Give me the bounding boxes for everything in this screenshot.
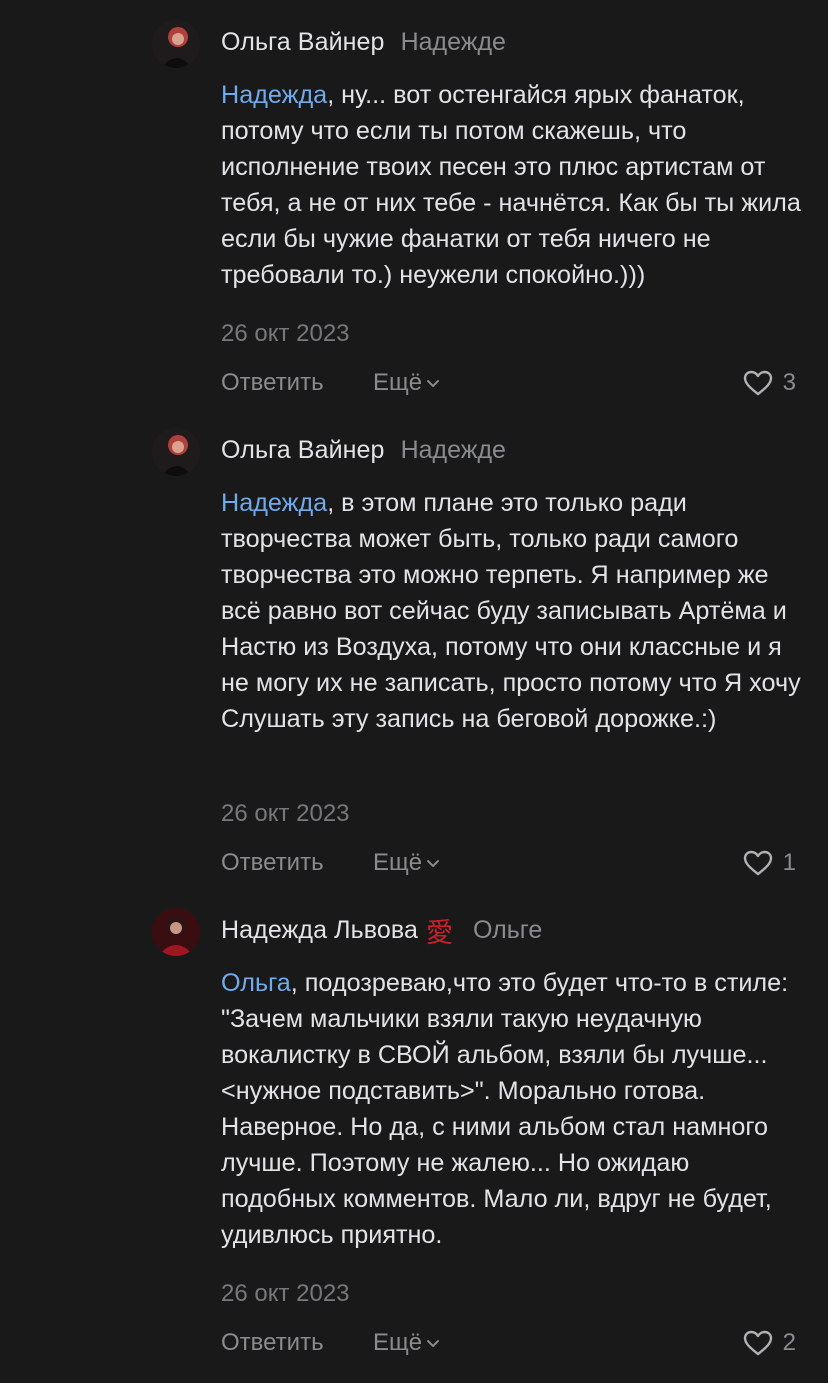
heart-icon bbox=[743, 1330, 772, 1356]
reply-to-name[interactable]: Ольге bbox=[473, 916, 542, 945]
comment-body: , в этом плане это только ради творчеств… bbox=[221, 489, 808, 733]
comment-text: Надежда, в этом плане это только ради тв… bbox=[221, 485, 806, 737]
avatar[interactable] bbox=[152, 908, 200, 956]
author-name[interactable]: Надежда Львова bbox=[221, 916, 418, 945]
more-label: Ещё bbox=[373, 369, 423, 396]
more-label: Ещё bbox=[373, 1329, 423, 1356]
comment-body: , ну... вот остенгайся ярых фанаток, пот… bbox=[221, 81, 808, 289]
like-button[interactable]: 1 bbox=[743, 845, 796, 881]
more-button[interactable]: Ещё bbox=[373, 845, 441, 881]
chevron-down-icon bbox=[427, 380, 440, 387]
reply-to-name[interactable]: Надежде bbox=[401, 436, 506, 465]
more-button[interactable]: Ещё bbox=[373, 1325, 441, 1361]
avatar[interactable] bbox=[152, 428, 200, 476]
reply-button[interactable]: Ответить bbox=[221, 365, 324, 401]
chevron-down-icon bbox=[427, 860, 440, 867]
comment-header: Ольга Вайнер Надежде bbox=[221, 24, 506, 60]
like-count: 2 bbox=[782, 1329, 796, 1356]
comment-body: , подозреваю,что это будет что-то в стил… bbox=[221, 969, 796, 1249]
reply-button[interactable]: Ответить bbox=[221, 1325, 324, 1361]
comment-text: Надежда, ну... вот остенгайся ярых фанат… bbox=[221, 77, 806, 293]
like-button[interactable]: 2 bbox=[743, 1325, 796, 1361]
heart-icon bbox=[743, 370, 772, 396]
comment-date: 26 окт 2023 bbox=[221, 320, 350, 347]
mention-link[interactable]: Надежда bbox=[221, 489, 327, 517]
comment-header: Ольга Вайнер Надежде bbox=[221, 432, 506, 468]
reply-button[interactable]: Ответить bbox=[221, 845, 324, 881]
reply-to-name[interactable]: Надежде bbox=[401, 28, 506, 57]
like-button[interactable]: 3 bbox=[743, 365, 796, 401]
comment-actions: Ответить Ещё 3 bbox=[221, 365, 796, 401]
mention-link[interactable]: Ольга bbox=[221, 969, 291, 997]
comment-actions: Ответить Ещё 2 bbox=[221, 1325, 796, 1361]
like-count: 1 bbox=[782, 849, 796, 876]
comment-date: 26 окт 2023 bbox=[221, 1280, 350, 1307]
comment-header: Надежда Львова 愛 Ольге bbox=[221, 912, 542, 949]
mention-link[interactable]: Надежда bbox=[221, 81, 327, 109]
more-label: Ещё bbox=[373, 849, 423, 876]
comment-feed: Ольга Вайнер Надежде Надежда, ну... вот … bbox=[0, 0, 828, 1383]
heart-icon bbox=[743, 850, 772, 876]
chevron-down-icon bbox=[427, 1340, 440, 1347]
avatar[interactable] bbox=[152, 20, 200, 68]
comment-actions: Ответить Ещё 1 bbox=[221, 845, 796, 881]
more-button[interactable]: Ещё bbox=[373, 365, 441, 401]
like-count: 3 bbox=[782, 369, 796, 396]
love-kanji-badge: 愛 bbox=[425, 917, 453, 949]
author-name[interactable]: Ольга Вайнер bbox=[221, 436, 385, 465]
author-name[interactable]: Ольга Вайнер bbox=[221, 28, 385, 57]
comment-text: Ольга, подозреваю,что это будет что-то в… bbox=[221, 965, 806, 1253]
comment-date: 26 окт 2023 bbox=[221, 800, 350, 827]
